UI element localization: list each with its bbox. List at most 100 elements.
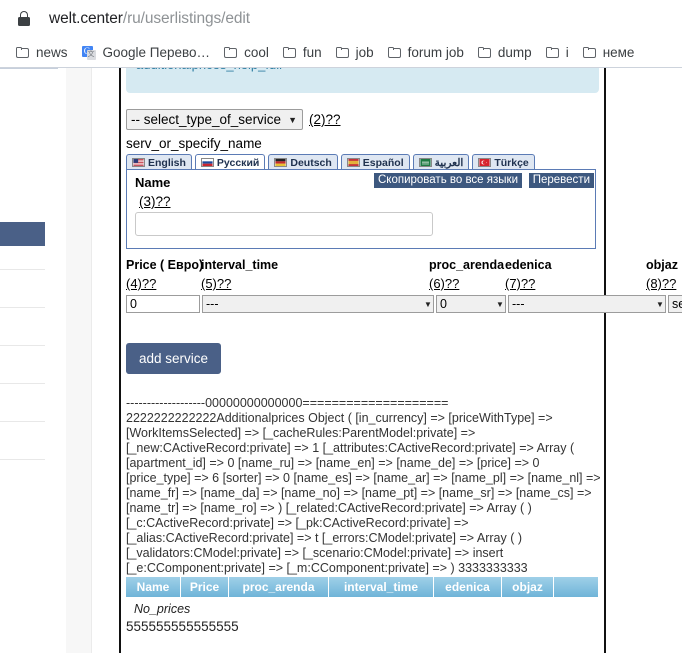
url-text: welt.center/ru/userlistings/edit (49, 10, 250, 28)
bookmark-job[interactable]: job (330, 41, 380, 65)
page-viewport: additionalprices_help_full -- select_typ… (0, 68, 682, 653)
serv-or-specify-name-label: serv_or_specify_name (126, 136, 262, 151)
objaz-select[interactable]: serv_ (668, 295, 682, 313)
flag-us-icon (132, 158, 145, 167)
url-path: /ru/userlistings/edit (122, 10, 250, 27)
google-translate-icon: G文 (81, 45, 96, 60)
tab-label: English (148, 156, 186, 169)
bookmark-label: cool (244, 45, 269, 60)
no-prices-message: No_prices (134, 602, 191, 616)
page-gutter (66, 68, 91, 653)
col-header-edenica: edenica (505, 258, 552, 272)
th-interval-time[interactable]: interval_time (329, 577, 434, 597)
browser-chrome: welt.center/ru/userlistings/edit news G文… (0, 0, 682, 69)
tab-label: Deutsch (290, 156, 332, 169)
folder-icon (224, 47, 238, 58)
bookmark-fun[interactable]: fun (277, 41, 328, 65)
th-price[interactable]: Price (181, 577, 229, 597)
sidebar-row-separator (0, 383, 45, 384)
bookmark-label: fun (302, 45, 322, 60)
language-panel: Name Скопировать во все языки Перевести … (126, 169, 596, 249)
bookmark-forum-job[interactable]: forum job (382, 41, 470, 65)
col-ref-price[interactable]: (4)?? (126, 276, 156, 291)
sidebar-item-active[interactable] (0, 222, 45, 246)
additionalprices-help-box: additionalprices_help_full (126, 68, 599, 93)
th-proc-arenda[interactable]: proc_arenda (229, 577, 329, 597)
bookmark-label: Google Перево… (102, 45, 211, 60)
sidebar-row-separator (0, 269, 45, 270)
bookmark-dump[interactable]: dump (472, 41, 538, 65)
price-input[interactable]: 0 (126, 295, 200, 313)
add-service-button[interactable]: add service (126, 343, 222, 374)
bookmark-label: dump (497, 45, 532, 60)
bookmark-i[interactable]: i (540, 41, 575, 65)
flag-ru-icon (200, 158, 214, 167)
left-nav-panel (0, 68, 58, 653)
service-fields-row: Price ( Евро) interval_time proc_arenda … (121, 258, 682, 313)
name-field-label: Name (135, 175, 171, 190)
bookmark-neme[interactable]: неме (577, 41, 641, 65)
prices-table: Name Price proc_arenda interval_time ede… (126, 577, 598, 597)
interval-time-select[interactable]: --- (202, 295, 434, 313)
debug-tail-number: 555555555555555 (126, 619, 239, 634)
th-name[interactable]: Name (126, 577, 181, 597)
type-of-service-select[interactable]: -- select_type_of_service (126, 109, 303, 130)
type-of-service-row: -- select_type_of_service ▼ (2)?? (126, 109, 341, 130)
tab-espanol[interactable]: Español (340, 154, 410, 170)
folder-icon (282, 47, 296, 58)
sidebar-row-separator (0, 307, 45, 308)
bookmark-label: news (36, 45, 68, 60)
folder-icon (545, 47, 559, 58)
tab-english[interactable]: English (126, 154, 192, 170)
bookmark-label: i (565, 45, 569, 60)
debug-object-dump: -------------------00000000000000=======… (126, 396, 601, 575)
tab-label: Türkçe (494, 156, 529, 169)
sidebar-row-separator (0, 421, 45, 422)
folder-icon (582, 47, 596, 58)
col-header-proc-arenda: proc_arenda (429, 258, 505, 272)
edenica-select[interactable]: --- (508, 295, 666, 313)
folder-icon (335, 47, 349, 58)
flag-de-icon (274, 158, 288, 167)
th-objaz[interactable]: objaz (502, 577, 554, 597)
tab-label: Español (362, 156, 404, 169)
tab-arabic[interactable]: العربية (412, 154, 470, 170)
tab-deutsch[interactable]: Deutsch (268, 154, 338, 170)
col-ref-interval-time[interactable]: (5)?? (201, 276, 231, 291)
name-input[interactable] (135, 212, 433, 236)
help-box-text: additionalprices_help_full (136, 68, 282, 72)
page-gutter-inner (92, 68, 119, 653)
th-edenica[interactable]: edenica (434, 577, 502, 597)
bookmark-label: forum job (407, 45, 464, 60)
flag-tr-icon (478, 158, 492, 167)
tab-turkce[interactable]: Türkçe (472, 154, 535, 170)
col-ref-edenica[interactable]: (7)?? (505, 276, 535, 291)
bookmark-google-translate[interactable]: G文 Google Перево… (76, 41, 217, 65)
page-scrollbar[interactable] (58, 68, 123, 653)
address-bar[interactable]: welt.center/ru/userlistings/edit (0, 0, 682, 38)
proc-arenda-select[interactable]: 0 (436, 295, 506, 313)
folder-icon (387, 47, 401, 58)
translate-button[interactable]: Перевести (528, 173, 594, 188)
bookmark-cool[interactable]: cool (218, 41, 275, 65)
bookmarks-bar: news G文 Google Перево… cool fun job foru… (0, 38, 682, 67)
folder-icon (16, 47, 29, 58)
col-ref-proc-arenda[interactable]: (6)?? (429, 276, 459, 291)
left-panel-top-divider (0, 68, 58, 69)
table-header-row: Name Price proc_arenda interval_time ede… (126, 577, 598, 597)
flag-es-icon (346, 158, 360, 167)
copy-to-all-languages-button[interactable]: Скопировать во все языки (374, 173, 522, 188)
tab-russian[interactable]: Русский (194, 154, 266, 170)
language-tabs: English Русский Deutsch Español العربية … (126, 153, 596, 170)
col-header-interval-time: interval_time (201, 258, 279, 272)
type-of-service-ref[interactable]: (2)?? (309, 112, 341, 127)
col-header-price: Price ( Евро) (126, 258, 204, 272)
name-field-ref[interactable]: (3)?? (139, 194, 171, 209)
bookmark-news[interactable]: news (10, 41, 74, 65)
sidebar-row-separator (0, 345, 45, 346)
col-header-objaz: objaz (646, 258, 678, 272)
content-right-border (604, 68, 606, 653)
col-ref-objaz[interactable]: (8)?? (646, 276, 676, 291)
bookmark-label: неме (602, 45, 635, 60)
tab-label: Русский (216, 156, 260, 169)
